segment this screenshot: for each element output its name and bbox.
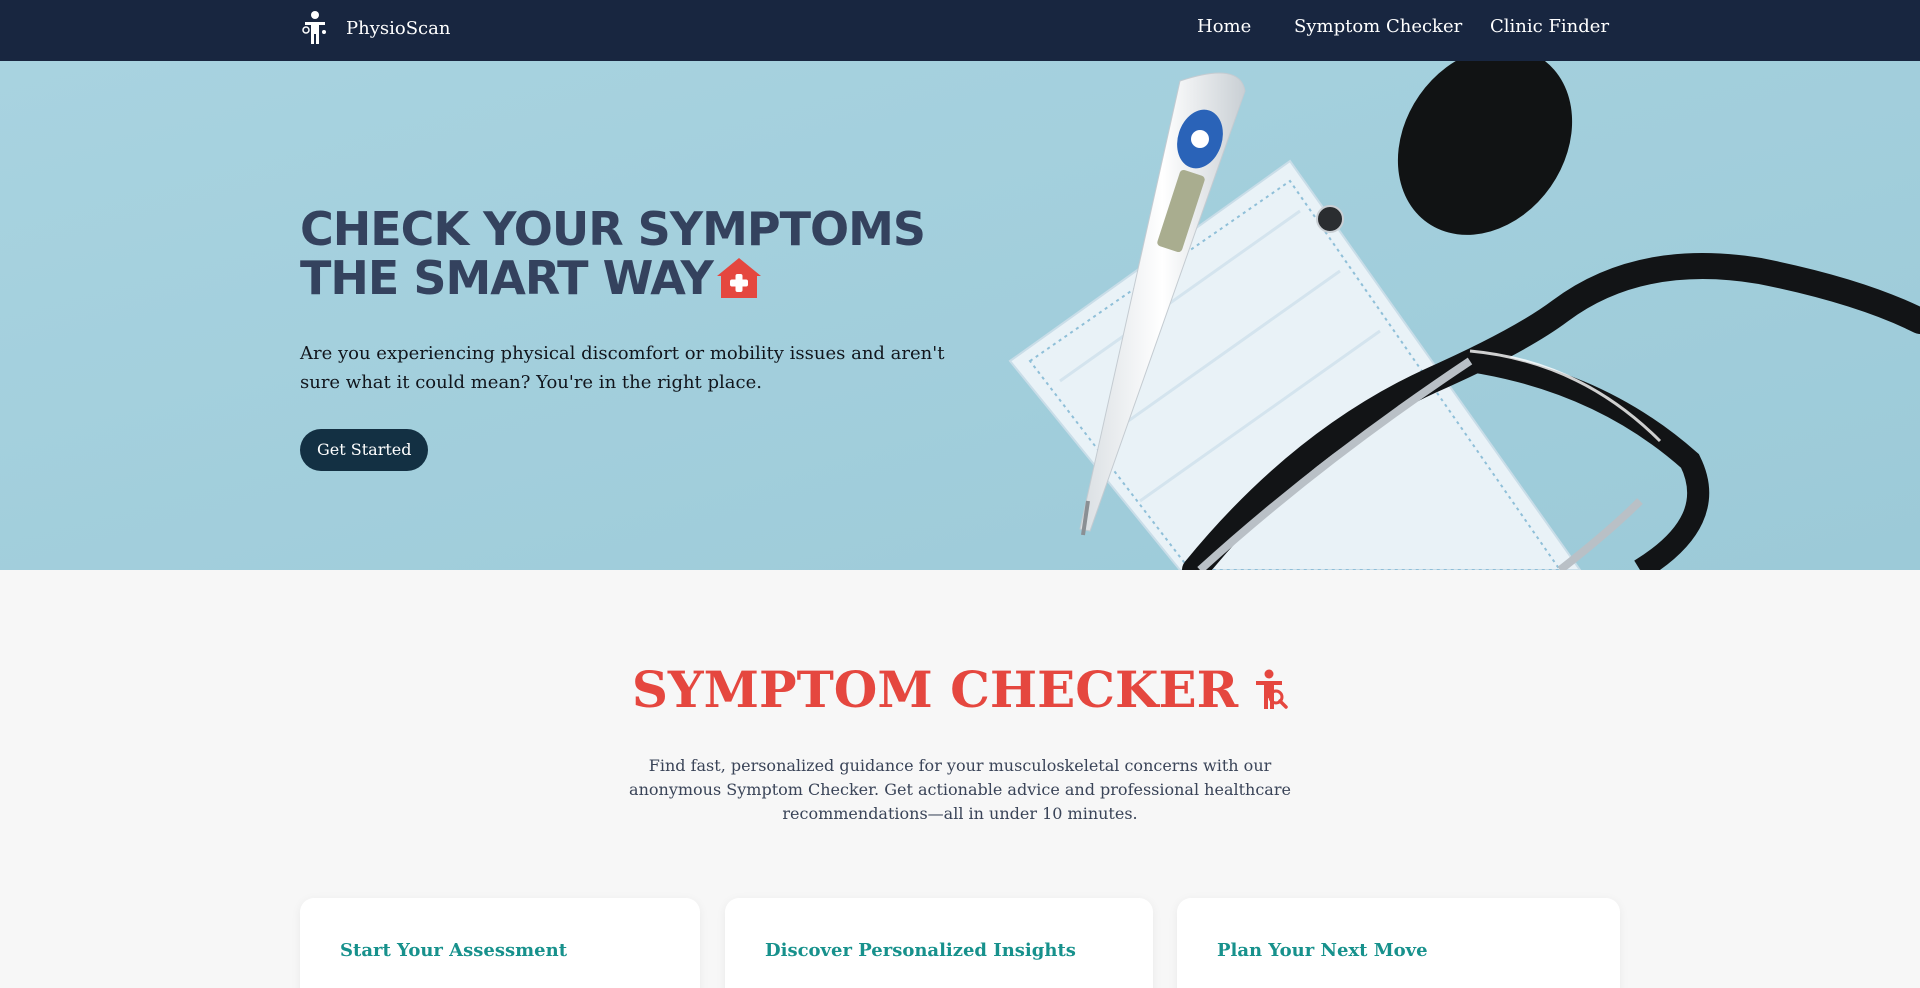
person-search-icon (1256, 669, 1288, 709)
section-title: SYMPTOM CHECKER (0, 660, 1920, 719)
hero-title-line2: THE SMART WAY (300, 251, 714, 305)
section-title-text: SYMPTOM CHECKER (631, 660, 1239, 719)
hero-banner: CHECK YOUR SYMPTOMS THE SMART WAY Are yo… (0, 61, 1920, 570)
card-start-assessment[interactable]: Start Your Assessment (300, 898, 700, 988)
get-started-button[interactable]: Get Started (300, 429, 429, 471)
nav-link-symptom-checker[interactable]: Symptom Checker (1294, 16, 1462, 37)
brand[interactable]: PhysioScan (300, 10, 450, 46)
top-navbar: PhysioScan Home Symptom Checker Clinic F… (0, 0, 1920, 61)
hero-title: CHECK YOUR SYMPTOMS THE SMART WAY (300, 205, 1000, 303)
card-title: Plan Your Next Move (1217, 940, 1428, 961)
brand-name: PhysioScan (346, 17, 451, 39)
card-title: Discover Personalized Insights (765, 940, 1076, 961)
hero-title-line1: CHECK YOUR SYMPTOMS (300, 202, 926, 256)
hero-content: CHECK YOUR SYMPTOMS THE SMART WAY Are yo… (300, 205, 1000, 471)
hero-subtitle: Are you experiencing physical discomfort… (300, 343, 945, 393)
medical-house-icon (716, 258, 761, 298)
section-description: Find fast, personalized guidance for you… (629, 756, 1291, 823)
nav-link-home[interactable]: Home (1197, 16, 1251, 37)
nav-link-clinic-finder[interactable]: Clinic Finder (1490, 16, 1609, 37)
card-plan-next-move[interactable]: Plan Your Next Move (1177, 898, 1620, 988)
card-title: Start Your Assessment (340, 940, 568, 961)
person-figure-icon (302, 11, 326, 44)
card-personalized-insights[interactable]: Discover Personalized Insights (725, 898, 1153, 988)
